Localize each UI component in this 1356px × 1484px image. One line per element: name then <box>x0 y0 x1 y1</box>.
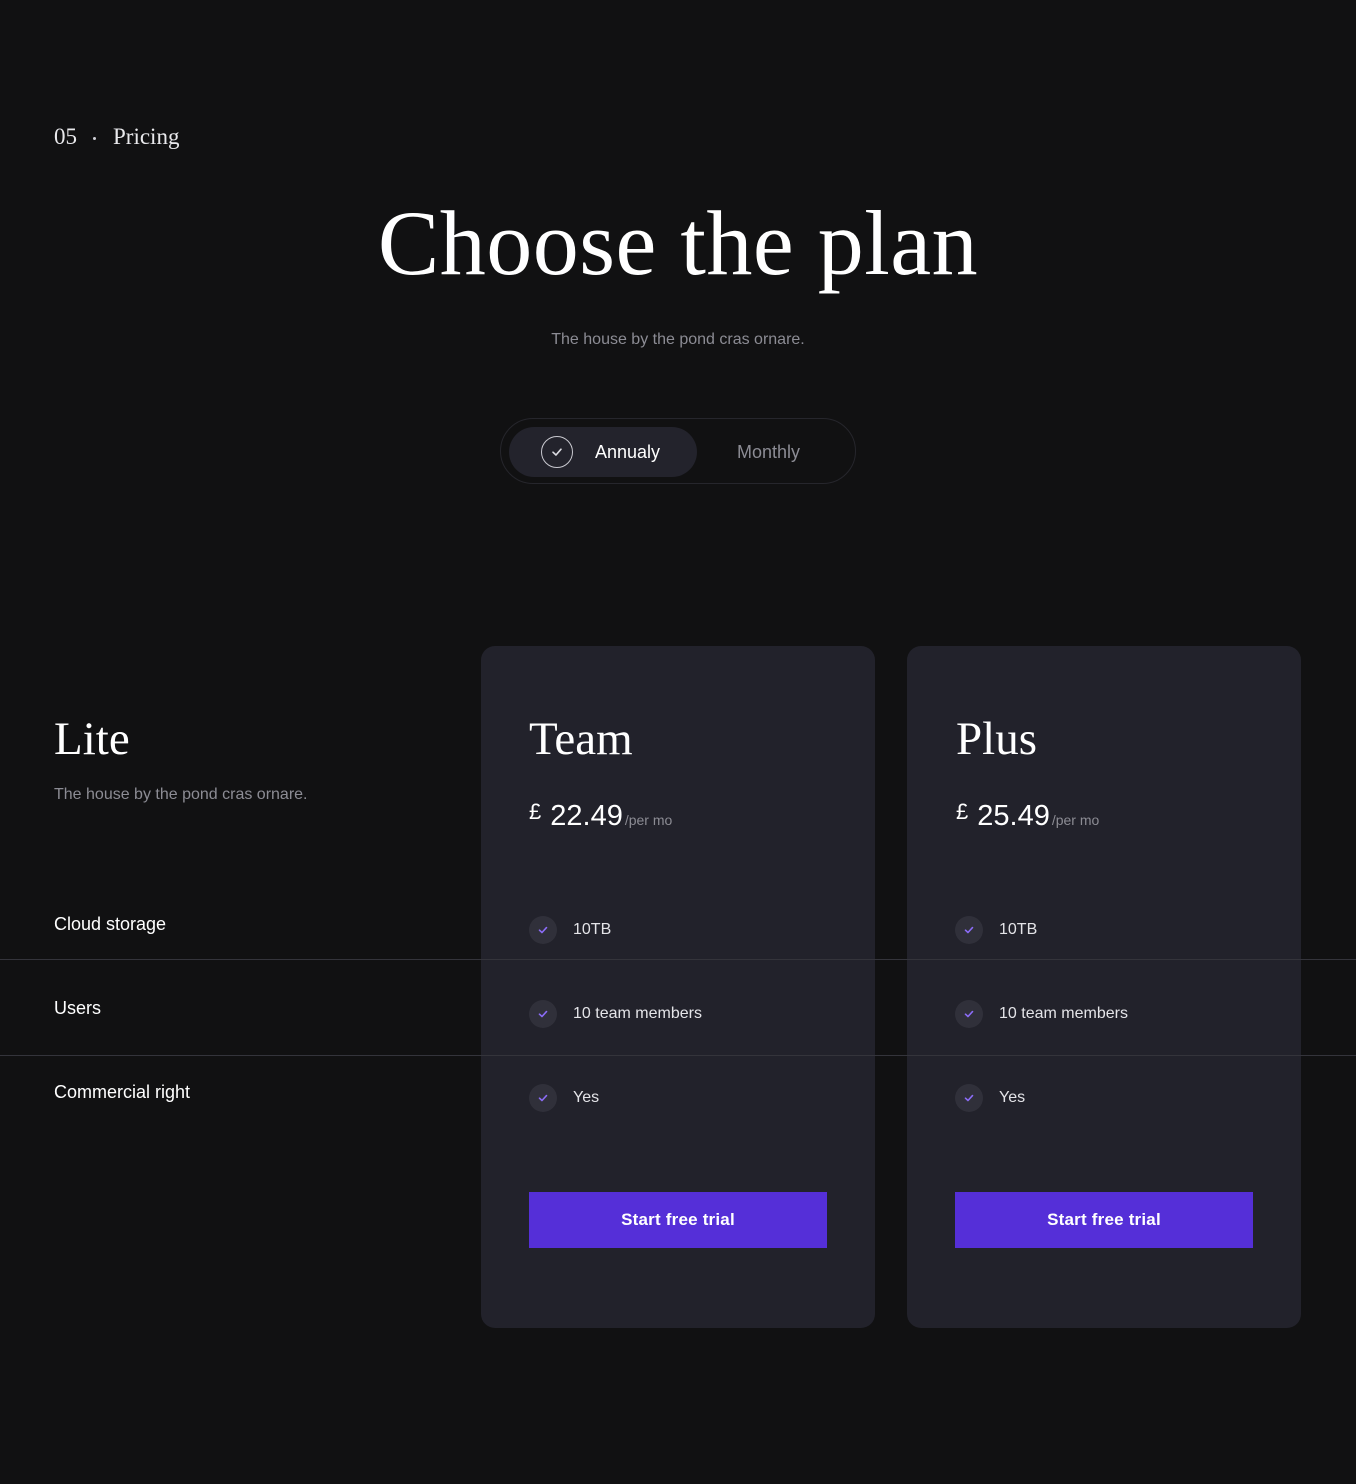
feature-value-text: Yes <box>573 1089 600 1106</box>
plan-description-lite: The house by the pond cras ornare. <box>54 786 308 803</box>
feature-value-plus-users: 10 team members <box>955 1000 1128 1028</box>
row-divider <box>0 1055 1356 1056</box>
feature-label-cloud-storage: Cloud storage <box>54 914 167 934</box>
plan-price-plus: £ 25.49 /per mo <box>956 799 1100 833</box>
plan-name-team: Team <box>529 713 633 765</box>
feature-label-users: Users <box>54 998 102 1018</box>
section-name: Pricing <box>113 124 180 149</box>
currency-symbol: £ <box>529 799 542 824</box>
feature-value-plus-storage: 10TB <box>955 916 1037 944</box>
price-amount: 22.49 <box>550 800 623 832</box>
row-divider <box>0 959 1356 960</box>
monthly-option-label: Monthly <box>737 441 801 462</box>
page-subtitle: The house by the pond cras ornare. <box>551 331 805 348</box>
currency-symbol: £ <box>956 799 969 824</box>
feature-value-team-storage: 10TB <box>529 916 611 944</box>
start-trial-button-plus[interactable]: Start free trial <box>955 1192 1253 1248</box>
feature-value-text: 10 team members <box>573 1005 702 1022</box>
check-icon <box>955 916 983 944</box>
check-icon <box>955 1084 983 1112</box>
plan-price-team: £ 22.49 /per mo <box>529 799 673 833</box>
section-number: 05 <box>54 124 77 149</box>
feature-value-text: 10TB <box>999 921 1038 938</box>
billing-toggle: Annualy Monthly <box>500 418 856 484</box>
feature-value-team-users: 10 team members <box>529 1000 702 1028</box>
check-icon <box>529 1084 557 1112</box>
separator-dot <box>93 136 96 140</box>
check-icon <box>529 1000 557 1028</box>
start-trial-button-team[interactable]: Start free trial <box>529 1192 827 1248</box>
monthly-option[interactable]: Monthly <box>737 427 837 477</box>
feature-value-text: Yes <box>999 1089 1026 1106</box>
check-icon <box>529 916 557 944</box>
price-period: /per mo <box>1051 812 1100 828</box>
feature-value-text: 10TB <box>573 921 612 938</box>
plan-name-plus: Plus <box>956 713 1037 765</box>
section-eyebrow: 05 Pricing <box>54 124 179 150</box>
check-circle-icon <box>541 436 573 468</box>
page-title: Choose the plan <box>377 192 979 294</box>
annual-option-label: Annualy <box>595 441 661 462</box>
feature-value-text: 10 team members <box>999 1005 1128 1022</box>
annual-option[interactable]: Annualy <box>509 427 697 477</box>
plan-name-lite: Lite <box>54 713 130 765</box>
check-icon <box>955 1000 983 1028</box>
feature-label-commercial-right: Commercial right <box>54 1082 191 1102</box>
price-period: /per mo <box>624 812 673 828</box>
price-amount: 25.49 <box>977 800 1050 832</box>
feature-value-team-commercial: Yes <box>529 1084 599 1112</box>
feature-value-plus-commercial: Yes <box>955 1084 1025 1112</box>
